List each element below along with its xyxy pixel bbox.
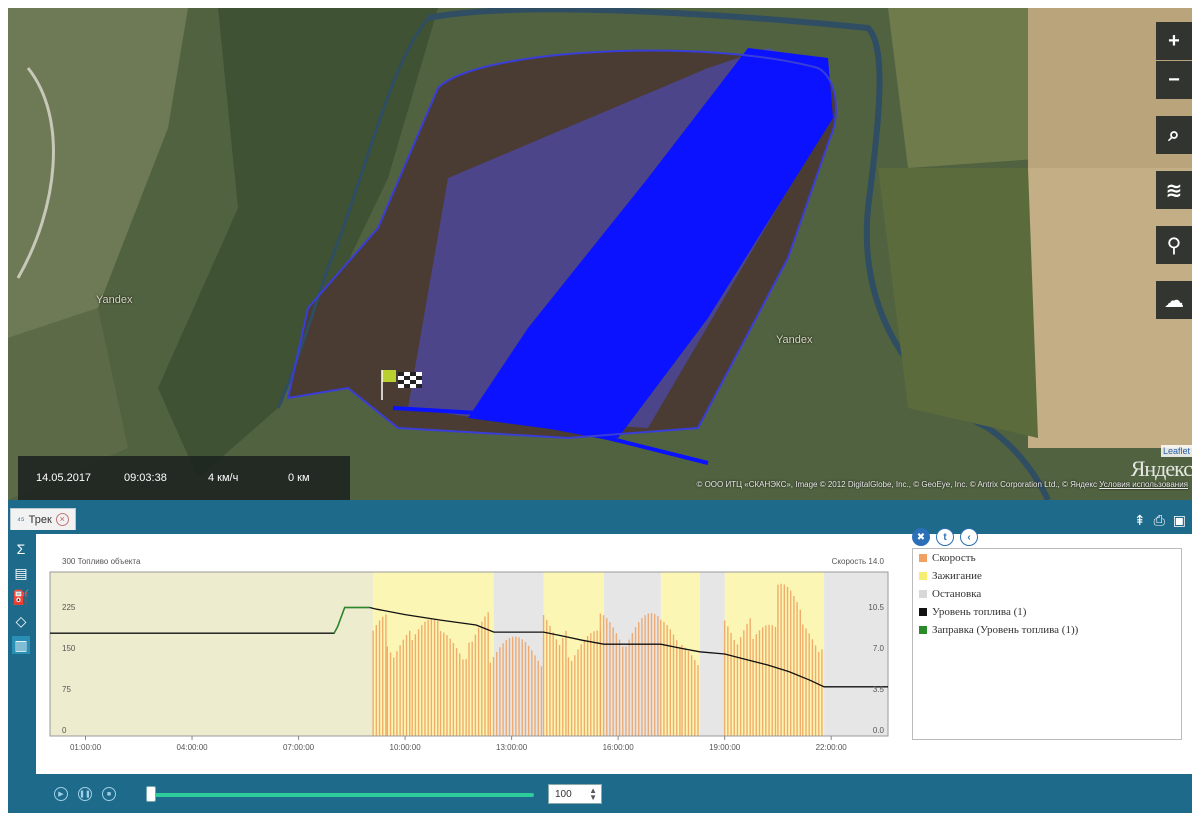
x-tick-label: 13:00:00: [496, 743, 528, 752]
weather-button[interactable]: ☁: [1156, 281, 1192, 319]
save-icon[interactable]: ▣: [1173, 512, 1186, 529]
back-icon[interactable]: ‹: [960, 528, 978, 546]
panel-tools: ⇞ ⎙ ▣: [1134, 512, 1186, 529]
app-root: Yandex Yandex 14.05.2017 09:03:38 4 км/ч…: [0, 0, 1192, 813]
x-tick-label: 16:00:00: [603, 743, 635, 752]
chart-area: 01:00:00 04:00:00 07:00:00 10:00:00 13:00:00…: [36, 528, 1192, 774]
reset-icon[interactable]: ✖: [912, 528, 930, 546]
satellite-terrain: [8, 8, 1192, 500]
legend-label: Заправка (Уровень топлива (1)): [932, 624, 1079, 636]
report-icon[interactable]: ▤: [12, 564, 30, 582]
playback-speed-input[interactable]: 100 ▲ ▼: [548, 784, 602, 804]
playback-bar: ▶ ❚❚ ■ 100 ▲ ▼: [8, 774, 1192, 813]
legend-item-ignition[interactable]: Зажигание: [913, 567, 1181, 585]
slider-handle[interactable]: [146, 786, 156, 802]
panel-header: ⁴⁵ Трек × ⇞ ⎙ ▣: [8, 504, 1192, 530]
pin-icon[interactable]: ⇞: [1134, 512, 1146, 529]
info-time: 09:03:38: [124, 472, 167, 484]
legend-label: Зажигание: [932, 570, 982, 582]
layers-icon: ≋: [1165, 179, 1183, 202]
sum-icon[interactable]: Σ: [12, 540, 30, 558]
info-date: 14.05.2017: [36, 472, 92, 484]
y-left-tick-label: 75: [62, 685, 71, 694]
map-view[interactable]: Yandex Yandex 14.05.2017 09:03:38 4 км/ч…: [8, 8, 1192, 500]
legend-label: Остановка: [932, 588, 982, 600]
finish-flag: [398, 372, 422, 388]
zoom-out-button[interactable]: −: [1156, 61, 1192, 99]
chart-legend: Скорость Зажигание Остановка Уровень топ…: [912, 548, 1182, 740]
plus-icon: +: [1168, 29, 1180, 52]
swatch: [919, 590, 927, 598]
right-axis-label: Скорость 14.0: [832, 557, 885, 566]
shape-icon[interactable]: ◇: [12, 612, 30, 630]
swatch: [919, 554, 927, 562]
zoom-in-button[interactable]: +: [1156, 22, 1192, 60]
legend-item-stop[interactable]: Остановка: [913, 585, 1181, 603]
yandex-logo: Яндекс: [1130, 456, 1192, 481]
speed-value: 100: [555, 788, 572, 800]
layers-button[interactable]: ≋: [1156, 171, 1192, 209]
map-place-label: Yandex: [776, 334, 813, 346]
print-icon[interactable]: ⎙: [1154, 512, 1165, 529]
route-button[interactable]: ⚲: [1156, 226, 1192, 264]
chart-icon[interactable]: ▥: [12, 636, 30, 654]
legend-label: Уровень топлива (1): [932, 606, 1027, 618]
tab-track[interactable]: ⁴⁵ Трек ×: [10, 508, 76, 530]
search-button[interactable]: ⌕: [1156, 116, 1192, 154]
search-icon: ⌕: [1168, 123, 1180, 146]
swatch: [919, 608, 927, 616]
x-tick-label: 10:00:00: [390, 743, 422, 752]
play-icon[interactable]: ▶: [54, 787, 68, 801]
terms-link[interactable]: Условия использования: [1099, 480, 1188, 489]
fuel-speed-chart[interactable]: 01:00:00 04:00:00 07:00:00 10:00:00 13:00:00…: [36, 534, 906, 774]
y-right-tick-label: 7.0: [873, 644, 885, 653]
y-left-tick-label: 0: [62, 726, 67, 735]
close-icon[interactable]: ×: [55, 513, 69, 526]
map-controls: + − ⌕ ≋ ⚲ ☁: [1156, 22, 1192, 319]
stop-band: [824, 572, 888, 736]
y-left-tick-label: 150: [62, 644, 76, 653]
track-info-bar: 14.05.2017 09:03:38 4 км/ч 0 км: [18, 456, 350, 500]
swatch: [919, 626, 927, 634]
pre-ignition-band: [50, 572, 374, 736]
time-icon[interactable]: t: [936, 528, 954, 546]
info-distance: 0 км: [288, 472, 310, 484]
legend-item-speed[interactable]: Скорость: [913, 549, 1181, 567]
map-place-label: Yandex: [96, 294, 133, 306]
x-tick-label: 22:00:00: [816, 743, 848, 752]
spinner-icon[interactable]: ▲ ▼: [589, 787, 597, 802]
map-attribution: © ООО ИТЦ «СКАНЭКС», Image © 2012 Digita…: [696, 480, 1188, 489]
pause-icon[interactable]: ❚❚: [78, 787, 92, 801]
info-speed: 4 км/ч: [208, 472, 239, 484]
y-right-tick-label: 0.0: [873, 726, 885, 735]
legend-item-refuel[interactable]: Заправка (Уровень топлива (1)): [913, 621, 1181, 639]
left-axis-label: 300 Топливо объекта: [62, 557, 141, 566]
x-tick-label: 04:00:00: [176, 743, 208, 752]
track-icon: ⁴⁵: [17, 514, 25, 525]
fuel-icon[interactable]: ⛽: [12, 588, 30, 606]
tab-track-label: Трек: [28, 513, 52, 526]
y-left-tick-label: 225: [62, 603, 76, 612]
legend-item-fuel[interactable]: Уровень топлива (1): [913, 603, 1181, 621]
legend-toolbar: ✖ t ‹: [912, 528, 978, 546]
stop-icon[interactable]: ■: [102, 787, 116, 801]
x-tick-label: 19:00:00: [709, 743, 741, 752]
y-right-tick-label: 10.5: [868, 603, 884, 612]
attribution-text: © ООО ИТЦ «СКАНЭКС», Image © 2012 Digita…: [696, 480, 1097, 489]
y-right-tick-label: 3.5: [873, 685, 885, 694]
playback-slider[interactable]: [150, 793, 534, 797]
minus-icon: −: [1168, 68, 1180, 91]
legend-label: Скорость: [932, 552, 976, 564]
swatch: [919, 572, 927, 580]
track-panel: ⁴⁵ Трек × ⇞ ⎙ ▣ Σ ▤ ⛽ ◇ ▥ 01:00:00 04:00:…: [8, 500, 1192, 813]
x-tick-label: 07:00:00: [283, 743, 315, 752]
route-icon: ⚲: [1166, 234, 1182, 257]
side-toolbar: Σ ▤ ⛽ ◇ ▥: [8, 540, 36, 660]
weather-icon: ☁: [1164, 289, 1184, 312]
start-flag: [382, 370, 396, 382]
x-tick-label: 01:00:00: [70, 743, 102, 752]
